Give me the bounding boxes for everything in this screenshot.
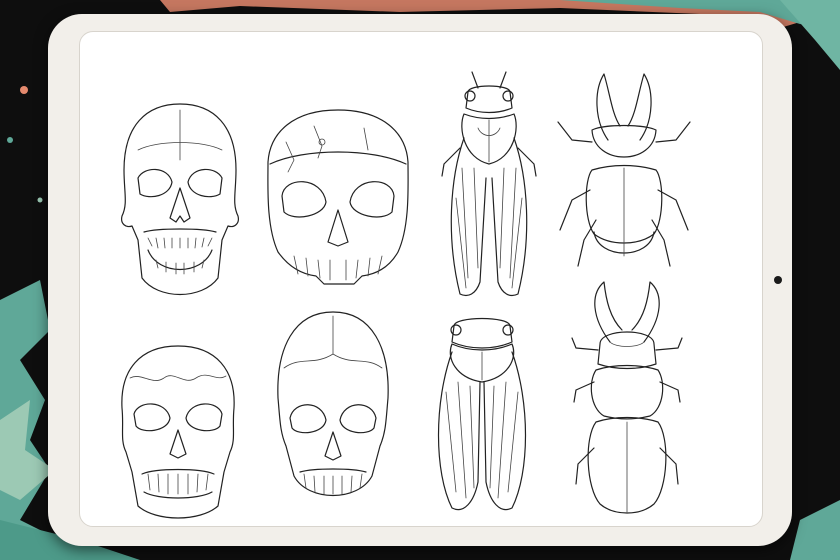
cicada-wings-closed xyxy=(432,312,532,516)
tablet-frame xyxy=(48,14,792,546)
stag-beetle xyxy=(570,278,684,518)
cracked-skull-front xyxy=(264,106,412,288)
human-skull-sutures xyxy=(116,342,240,522)
elongated-skull xyxy=(270,308,396,516)
drawing-canvas[interactable] xyxy=(79,31,763,527)
rhinoceros-beetle xyxy=(554,70,694,276)
front-camera-dot xyxy=(774,276,782,284)
human-skull-open-jaw xyxy=(118,100,242,308)
cicada-top-view xyxy=(438,68,540,304)
